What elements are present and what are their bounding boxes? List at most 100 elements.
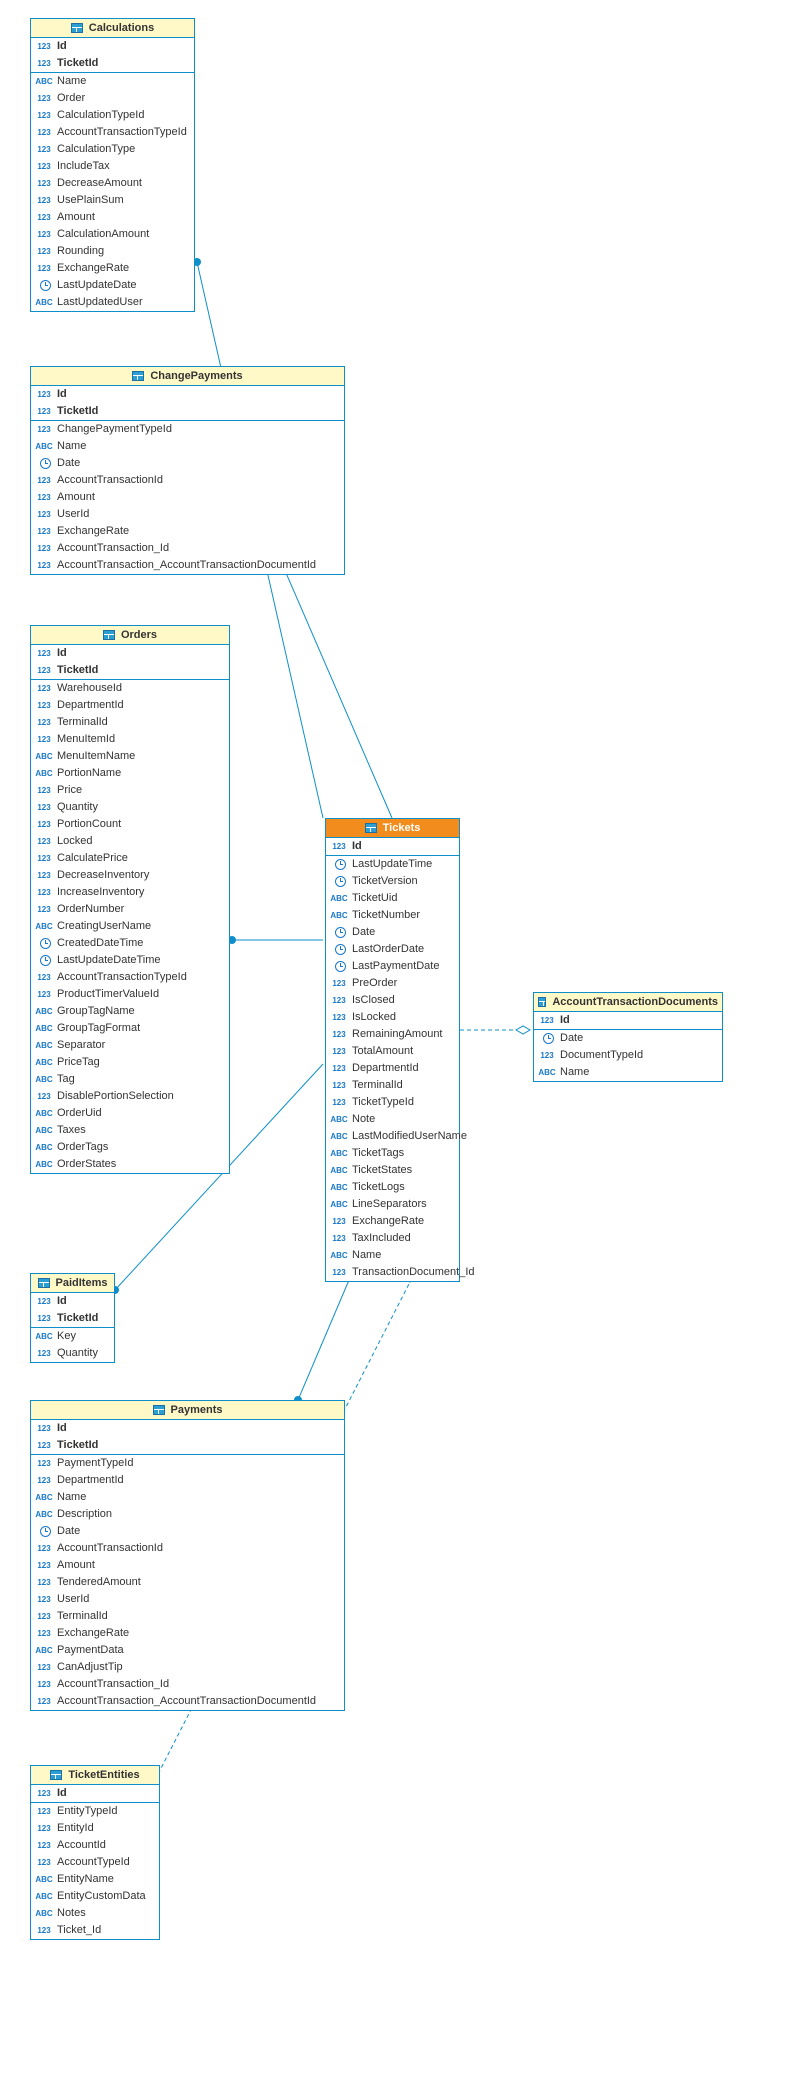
column-row[interactable]: Order xyxy=(31,90,194,107)
column-row[interactable]: TicketId xyxy=(31,55,194,72)
column-row[interactable]: Date xyxy=(326,924,459,941)
column-row[interactable]: Key xyxy=(31,1328,114,1345)
column-row[interactable]: Rounding xyxy=(31,243,194,260)
column-row[interactable]: IsLocked xyxy=(326,1009,459,1026)
column-row[interactable]: Id xyxy=(326,838,459,855)
column-row[interactable]: RemainingAmount xyxy=(326,1026,459,1043)
column-row[interactable]: AccountId xyxy=(31,1837,159,1854)
column-row[interactable]: OrderStates xyxy=(31,1156,229,1173)
column-row[interactable]: TicketId xyxy=(31,403,344,420)
column-row[interactable]: AccountTransactionTypeId xyxy=(31,124,194,141)
column-row[interactable]: TenderedAmount xyxy=(31,1574,344,1591)
column-row[interactable]: Separator xyxy=(31,1037,229,1054)
column-row[interactable]: TransactionDocument_Id xyxy=(326,1264,459,1281)
column-row[interactable]: OrderUid xyxy=(31,1105,229,1122)
entity-accounttransactiondocuments[interactable]: AccountTransactionDocuments Id DateDocum… xyxy=(533,992,723,1082)
entity-changepayments[interactable]: ChangePayments IdTicketId ChangePaymentT… xyxy=(30,366,345,575)
column-row[interactable]: LastUpdateDate xyxy=(31,277,194,294)
column-row[interactable]: Id xyxy=(31,1293,114,1310)
column-row[interactable]: IsClosed xyxy=(326,992,459,1009)
column-row[interactable]: CreatedDateTime xyxy=(31,935,229,952)
column-row[interactable]: TicketUid xyxy=(326,890,459,907)
column-row[interactable]: Id xyxy=(31,645,229,662)
column-row[interactable]: TerminalId xyxy=(31,1608,344,1625)
column-row[interactable]: TicketVersion xyxy=(326,873,459,890)
column-row[interactable]: LastUpdateTime xyxy=(326,856,459,873)
column-row[interactable]: AccountTransaction_Id xyxy=(31,1676,344,1693)
column-row[interactable]: ExchangeRate xyxy=(31,260,194,277)
column-row[interactable]: EntityCustomData xyxy=(31,1888,159,1905)
column-row[interactable]: PreOrder xyxy=(326,975,459,992)
column-row[interactable]: DepartmentId xyxy=(31,697,229,714)
entity-payments[interactable]: Payments IdTicketId PaymentTypeIdDepartm… xyxy=(30,1400,345,1711)
column-row[interactable]: MenuItemName xyxy=(31,748,229,765)
column-row[interactable]: Id xyxy=(31,1785,159,1802)
column-row[interactable]: OrderNumber xyxy=(31,901,229,918)
column-row[interactable]: PortionName xyxy=(31,765,229,782)
column-row[interactable]: Tag xyxy=(31,1071,229,1088)
column-row[interactable]: CreatingUserName xyxy=(31,918,229,935)
column-row[interactable]: Date xyxy=(31,455,344,472)
column-row[interactable]: TicketId xyxy=(31,662,229,679)
column-row[interactable]: Name xyxy=(326,1247,459,1264)
column-row[interactable]: CalculatePrice xyxy=(31,850,229,867)
entity-orders[interactable]: Orders IdTicketId WarehouseIdDepartmentI… xyxy=(30,625,230,1174)
column-row[interactable]: DepartmentId xyxy=(326,1060,459,1077)
column-row[interactable]: GroupTagFormat xyxy=(31,1020,229,1037)
column-row[interactable]: TicketId xyxy=(31,1310,114,1327)
column-row[interactable]: AccountTransactionId xyxy=(31,472,344,489)
column-row[interactable]: Locked xyxy=(31,833,229,850)
column-row[interactable]: Name xyxy=(534,1064,722,1081)
column-row[interactable]: CalculationAmount xyxy=(31,226,194,243)
column-row[interactable]: TaxIncluded xyxy=(326,1230,459,1247)
column-row[interactable]: AccountTransaction_AccountTransactionDoc… xyxy=(31,557,344,574)
column-row[interactable]: Date xyxy=(534,1030,722,1047)
column-row[interactable]: Name xyxy=(31,438,344,455)
column-row[interactable]: Description xyxy=(31,1506,344,1523)
column-row[interactable]: TicketTags xyxy=(326,1145,459,1162)
column-row[interactable]: LineSeparators xyxy=(326,1196,459,1213)
entity-ticketentities[interactable]: TicketEntities Id EntityTypeIdEntityIdAc… xyxy=(30,1765,160,1940)
column-row[interactable]: Amount xyxy=(31,1557,344,1574)
column-row[interactable]: DecreaseInventory xyxy=(31,867,229,884)
column-row[interactable]: AccountTypeId xyxy=(31,1854,159,1871)
column-row[interactable]: LastOrderDate xyxy=(326,941,459,958)
column-row[interactable]: Price xyxy=(31,782,229,799)
column-row[interactable]: PriceTag xyxy=(31,1054,229,1071)
column-row[interactable]: TerminalId xyxy=(31,714,229,731)
column-row[interactable]: Id xyxy=(31,386,344,403)
column-row[interactable]: AccountTransactionId xyxy=(31,1540,344,1557)
column-row[interactable]: Quantity xyxy=(31,799,229,816)
column-row[interactable]: UserId xyxy=(31,506,344,523)
column-row[interactable]: ExchangeRate xyxy=(326,1213,459,1230)
column-row[interactable]: Name xyxy=(31,1489,344,1506)
column-row[interactable]: Notes xyxy=(31,1905,159,1922)
column-row[interactable]: ProductTimerValueId xyxy=(31,986,229,1003)
column-row[interactable]: DepartmentId xyxy=(31,1472,344,1489)
column-row[interactable]: LastModifiedUserName xyxy=(326,1128,459,1145)
column-row[interactable]: LastPaymentDate xyxy=(326,958,459,975)
column-row[interactable]: TotalAmount xyxy=(326,1043,459,1060)
column-row[interactable]: ChangePaymentTypeId xyxy=(31,421,344,438)
column-row[interactable]: TicketLogs xyxy=(326,1179,459,1196)
column-row[interactable]: GroupTagName xyxy=(31,1003,229,1020)
column-row[interactable]: TicketTypeId xyxy=(326,1094,459,1111)
column-row[interactable]: CanAdjustTip xyxy=(31,1659,344,1676)
entity-calculations[interactable]: Calculations IdTicketId NameOrderCalcula… xyxy=(30,18,195,312)
column-row[interactable]: CalculationTypeId xyxy=(31,107,194,124)
column-row[interactable]: LastUpdatedUser xyxy=(31,294,194,311)
column-row[interactable]: Ticket_Id xyxy=(31,1922,159,1939)
column-row[interactable]: WarehouseId xyxy=(31,680,229,697)
column-row[interactable]: IncreaseInventory xyxy=(31,884,229,901)
column-row[interactable]: Id xyxy=(534,1012,722,1029)
column-row[interactable]: PaymentData xyxy=(31,1642,344,1659)
column-row[interactable]: Quantity xyxy=(31,1345,114,1362)
column-row[interactable]: TicketStates xyxy=(326,1162,459,1179)
column-row[interactable]: DecreaseAmount xyxy=(31,175,194,192)
column-row[interactable]: Amount xyxy=(31,489,344,506)
column-row[interactable]: ExchangeRate xyxy=(31,1625,344,1642)
column-row[interactable]: EntityName xyxy=(31,1871,159,1888)
column-row[interactable]: Id xyxy=(31,38,194,55)
column-row[interactable]: Note xyxy=(326,1111,459,1128)
column-row[interactable]: UsePlainSum xyxy=(31,192,194,209)
